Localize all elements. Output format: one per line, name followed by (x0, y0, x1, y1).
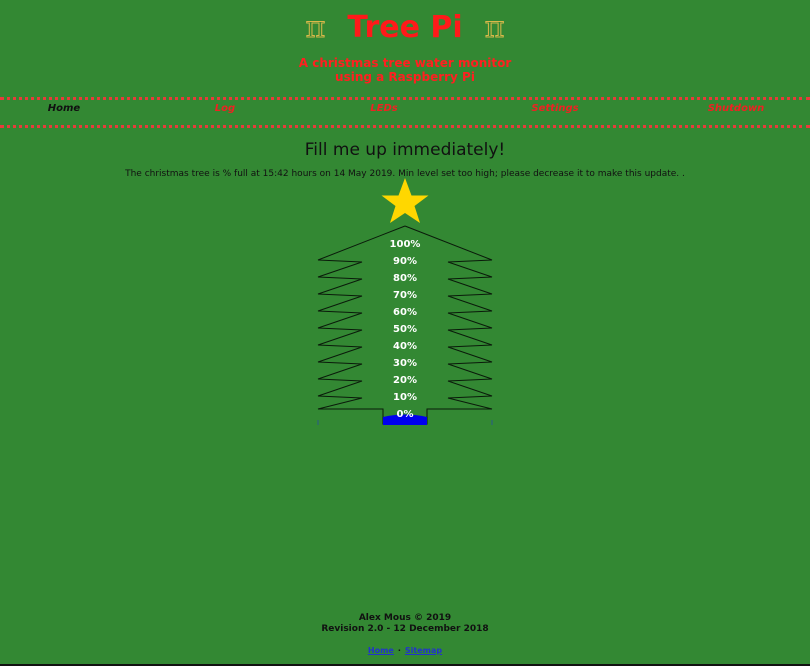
nav-bottom-divider (0, 125, 810, 128)
level-label-40: 40% (393, 341, 417, 352)
main-nav: Home Log LEDs Settings Shutdown (0, 103, 810, 121)
title-row: π Tree Pi π (0, 8, 810, 48)
footer-author: Alex Mous © 2019 (358, 613, 452, 623)
level-label-60: 60% (393, 307, 417, 318)
page-footer: Alex Mous © 2019 Revision 2.0 - 12 Decem… (0, 613, 810, 635)
tree-left-outline (317, 225, 406, 425)
nav-leds-link[interactable]: LEDs (370, 103, 397, 114)
nav-settings-link[interactable]: Settings (531, 103, 578, 114)
pi-right-icon: π (484, 10, 505, 45)
level-label-0: 0% (396, 409, 414, 420)
nav-top-divider (0, 97, 810, 100)
level-label-30: 30% (393, 358, 417, 369)
site-title: Tree Pi (347, 10, 463, 45)
level-label-100: 100% (389, 239, 421, 250)
page-header: π Tree Pi π A christmas tree water monit… (0, 8, 810, 84)
subtitle-line-1: A christmas tree water monitor (298, 56, 512, 70)
level-label-20: 20% (393, 375, 417, 386)
level-label-70: 70% (393, 290, 417, 301)
subtitle-line-2: using a Raspberry Pi (335, 70, 475, 84)
level-label-10: 10% (393, 392, 417, 403)
nav-log-link[interactable]: Log (215, 103, 235, 114)
level-label-80: 80% (393, 273, 417, 284)
level-label-90: 90% (393, 256, 417, 267)
footer-link-separator: · (397, 646, 401, 655)
footer-links: Home · Sitemap (0, 646, 810, 655)
site-subtitle: A christmas tree water monitor using a R… (0, 56, 810, 84)
status-headline: Fill me up immediately! (304, 140, 506, 160)
star-icon (381, 178, 429, 223)
nav-shutdown-link[interactable]: Shutdown (708, 103, 765, 114)
footer-home-link[interactable]: Home (368, 646, 394, 655)
nav-home-link[interactable]: Home (48, 103, 80, 114)
footer-revision: Revision 2.0 - 12 December 2018 (321, 624, 489, 634)
pi-left-icon: π (305, 10, 326, 45)
tree-right-outline (404, 225, 493, 425)
level-label-50: 50% (393, 324, 417, 335)
footer-sitemap-link[interactable]: Sitemap (405, 646, 442, 655)
water-level-tree: 100% 90% 80% 70% 60% 50% 40% 30% 20% 10%… (310, 176, 500, 432)
